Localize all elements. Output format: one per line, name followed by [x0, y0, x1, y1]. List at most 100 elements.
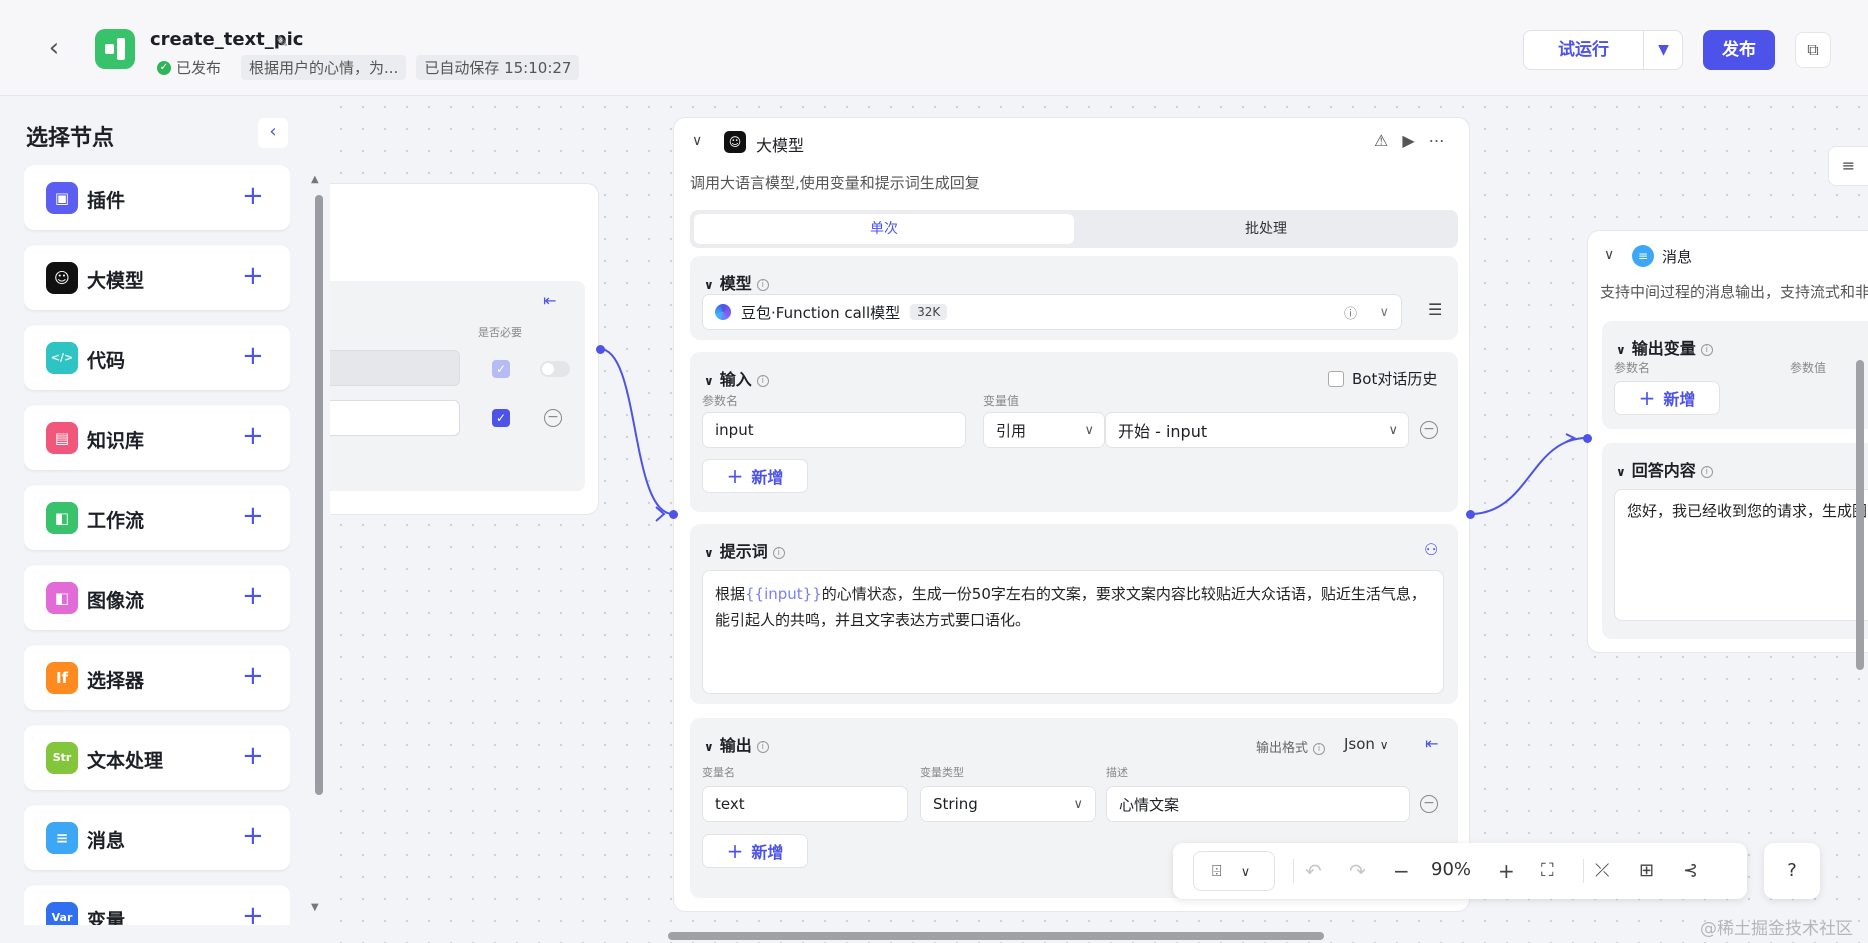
node-item[interactable]: ≡ 消息 +	[24, 805, 290, 870]
node-item[interactable]: </> 代码 +	[24, 325, 290, 390]
message-node-card[interactable]: ∨ ≡ 消息 支持中间过程的消息输出，支持流式和非 ∨ 输出变量 i 参数名 参数值…	[1587, 230, 1868, 653]
auto-layout-icon[interactable]: ⊞	[1639, 859, 1654, 883]
interaction-mode-select[interactable]: ⌹ ∨	[1193, 851, 1275, 891]
llm-input-port[interactable]	[669, 510, 678, 519]
workflow-icon: ◧	[46, 502, 78, 534]
node-item[interactable]: ▣ 插件 +	[24, 165, 290, 230]
plus-icon[interactable]: +	[242, 339, 264, 373]
remove-icon[interactable]: −	[1420, 795, 1438, 813]
start-param-field[interactable]	[330, 400, 460, 436]
output-desc-input[interactable]: 心情文案	[1106, 786, 1410, 822]
chevron-down-icon[interactable]: ∨	[1616, 465, 1626, 479]
help-icon[interactable]: ?	[1764, 843, 1820, 899]
remove-icon[interactable]: −	[1420, 421, 1438, 439]
output-var-type-select[interactable]: String ∨	[920, 786, 1096, 822]
prompt-text: 的心情状态，生成一份50字左右的文案，要求文案内容比较贴近大众话语，贴近生活气息…	[715, 585, 1426, 629]
export-icon[interactable]: ⇤	[1425, 734, 1438, 753]
chevron-down-icon[interactable]: ∨	[1616, 343, 1626, 357]
plus-icon[interactable]: +	[242, 659, 264, 693]
toggle-switch[interactable]	[540, 361, 570, 377]
zoom-in-icon[interactable]: +	[1498, 859, 1515, 883]
collapse-all-icon[interactable]: ⤫	[1595, 859, 1609, 883]
zoom-out-icon[interactable]: −	[1393, 859, 1410, 883]
redo-icon[interactable]: ↷	[1349, 859, 1366, 883]
more-icon[interactable]: ⋯	[1429, 131, 1445, 150]
bot-history-checkbox[interactable]	[1328, 370, 1344, 387]
chevron-down-icon[interactable]: ∨	[704, 278, 714, 292]
output-var-name-input[interactable]: text	[702, 786, 908, 822]
plus-icon[interactable]: +	[242, 579, 264, 613]
scroll-down-icon[interactable]: ▼	[311, 902, 319, 913]
chevron-down-icon[interactable]: ∨	[704, 740, 714, 754]
settings-sliders-icon[interactable]: ☰	[1428, 300, 1442, 319]
panel-scrollbar[interactable]	[315, 195, 323, 795]
zoom-level[interactable]: 90%	[1431, 859, 1471, 880]
if-icon: If	[46, 662, 78, 694]
fit-view-icon[interactable]: ⛶	[1541, 859, 1554, 883]
info-icon[interactable]: ⓘ	[1344, 303, 1357, 322]
prompt-library-icon[interactable]: ⚇	[1424, 540, 1438, 559]
remove-icon[interactable]: −	[544, 409, 562, 427]
plus-icon[interactable]: +	[242, 259, 264, 293]
param-name-input[interactable]: input	[702, 412, 966, 448]
scroll-up-icon[interactable]: ▲	[311, 174, 319, 185]
start-node-card[interactable]: ⇤ 是否必要 ✓ ✓ −	[330, 183, 599, 515]
chevron-down-icon: ∨	[1240, 865, 1251, 880]
param-value-header: 参数值	[1790, 361, 1827, 375]
output-vars-title: ∨ 输出变量 i	[1616, 335, 1713, 359]
plus-icon[interactable]: +	[242, 499, 264, 533]
export-icon[interactable]: ⇤	[543, 291, 556, 310]
add-output-button[interactable]: + 新增	[702, 834, 808, 868]
add-input-button[interactable]: + 新增	[702, 459, 808, 493]
start-param-field[interactable]	[330, 350, 460, 386]
node-item[interactable]: ◧ 工作流 +	[24, 485, 290, 550]
message-input-port[interactable]	[1583, 434, 1592, 443]
output-format-select[interactable]: Json ∨	[1344, 735, 1389, 753]
node-item[interactable]: Str 文本处理 +	[24, 725, 290, 790]
node-item[interactable]: ▤ 知识库 +	[24, 405, 290, 470]
plus-icon[interactable]: +	[242, 899, 264, 925]
info-icon: i	[1700, 343, 1713, 356]
edge-start-to-llm	[599, 348, 674, 515]
collapse-panel-icon[interactable]: ‹	[258, 118, 288, 148]
prompt-section-title: ∨ 提示词 i	[704, 538, 785, 562]
plus-icon[interactable]: +	[242, 179, 264, 213]
plus-icon[interactable]: +	[242, 739, 264, 773]
plus-icon[interactable]: +	[242, 819, 264, 853]
llm-node-card[interactable]: ∨ ☺ 大模型 ⚠ ▶ ⋯ 调用大语言模型,使用变量和提示词生成回复 单次 批处…	[673, 117, 1470, 912]
required-checkbox[interactable]: ✓	[492, 409, 510, 427]
connector-style-icon[interactable]: ⊰	[1683, 859, 1698, 883]
chevron-down-icon[interactable]: ∨	[704, 374, 714, 388]
tab-single[interactable]: 单次	[694, 214, 1074, 244]
model-select[interactable]: 豆包·Function call模型 32K ⓘ ∨	[702, 294, 1402, 330]
mute-alert-icon[interactable]: ⚠	[1374, 131, 1388, 150]
node-item[interactable]: ◧ 图像流 +	[24, 565, 290, 630]
bot-history-option[interactable]: Bot对话历史	[1328, 368, 1437, 389]
ref-value-select[interactable]: 开始 - input ∨	[1105, 412, 1409, 448]
panel-toggle-icon[interactable]: ≡	[1828, 146, 1868, 186]
canvas-horizontal-scrollbar[interactable]	[668, 932, 1324, 940]
collapse-chevron-icon[interactable]: ∨	[1604, 247, 1614, 263]
play-icon[interactable]: ▶	[1402, 131, 1414, 150]
prompt-textarea[interactable]: 根据{{input}}的心情状态，生成一份50字左右的文案，要求文案内容比较贴近…	[702, 570, 1444, 694]
start-output-port[interactable]	[596, 345, 605, 354]
node-item[interactable]: Var 变量 +	[24, 885, 290, 925]
add-output-var-button[interactable]: + 新增	[1614, 381, 1720, 415]
ref-type-select[interactable]: 引用 ∨	[983, 412, 1105, 448]
collapse-chevron-icon[interactable]: ∨	[692, 133, 702, 149]
node-item[interactable]: If 选择器 +	[24, 645, 290, 710]
undo-icon[interactable]: ↶	[1305, 859, 1322, 883]
imageflow-icon: ◧	[46, 582, 78, 614]
text-process-icon: Str	[46, 742, 78, 774]
llm-output-port[interactable]	[1466, 510, 1475, 519]
chevron-down-icon[interactable]: ∨	[704, 546, 714, 560]
required-checkbox[interactable]: ✓	[492, 360, 510, 378]
node-item[interactable]: ☺ 大模型 +	[24, 245, 290, 310]
answer-textarea[interactable]: 您好，我已经收到您的请求，生成图	[1614, 489, 1868, 621]
var-name-header: 变量名	[702, 766, 735, 779]
model-section-title: ∨ 模型 i	[704, 270, 769, 294]
tab-batch[interactable]: 批处理	[1078, 214, 1454, 244]
chevron-down-icon[interactable]: ∨	[1379, 305, 1389, 320]
canvas-vertical-scrollbar[interactable]	[1856, 360, 1864, 670]
plus-icon[interactable]: +	[242, 419, 264, 453]
